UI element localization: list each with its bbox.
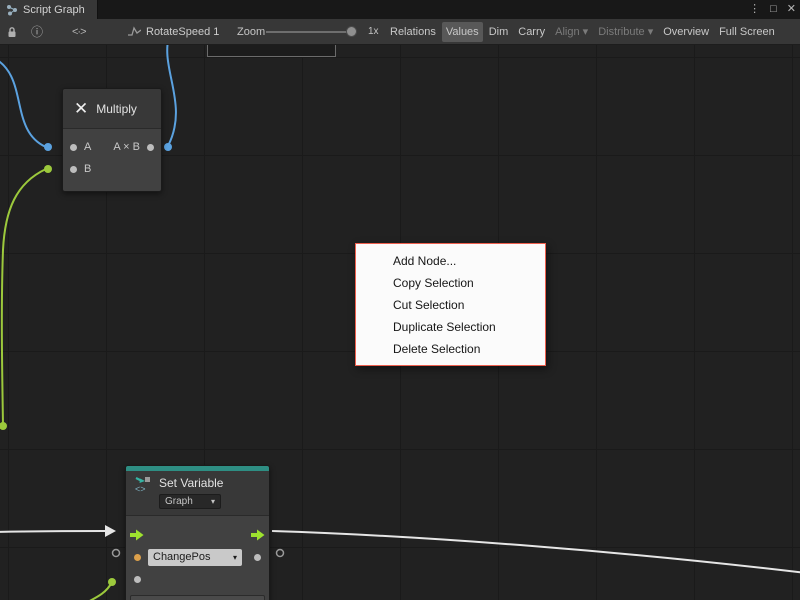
window-menu-icon[interactable]: ⋮ [749, 0, 760, 19]
clipped-field [130, 595, 265, 600]
lock-icon[interactable] [7, 19, 17, 44]
wire-end-blue-a[interactable] [44, 143, 52, 151]
window-close-icon[interactable]: ✕ [787, 0, 796, 19]
port-a-label: A [84, 141, 91, 153]
carry-button[interactable]: Carry [514, 22, 549, 42]
extra-input-port[interactable] [134, 576, 141, 583]
flow-in-arrowhead[interactable] [105, 525, 116, 537]
dim-button[interactable]: Dim [485, 22, 513, 42]
window-layout-icon[interactable]: □ [770, 0, 777, 19]
variable-row: ChangePos ▾ [126, 546, 269, 568]
variable-name-value: ChangePos [153, 551, 211, 563]
extra-port-row [126, 568, 269, 590]
variable-output-port[interactable] [254, 554, 261, 561]
menu-item-delete-selection[interactable]: Delete Selection [356, 338, 545, 360]
tab-script-graph[interactable]: Script Graph [0, 0, 98, 19]
zoom-label: Zoom [237, 19, 265, 44]
flow-output-port[interactable] [251, 529, 265, 541]
flow-input-port[interactable] [130, 529, 144, 541]
multiply-node-header: ✕ Multiply [63, 89, 161, 129]
toolbar: ⓘ <·> RotateSpeed 1 Zoom 1x Relations Va… [0, 19, 800, 45]
wire-blue-output[interactable] [167, 45, 176, 146]
wire-end-green-b[interactable] [44, 165, 52, 173]
wire-end-blue-out[interactable] [164, 143, 172, 151]
info-icon[interactable]: ⓘ [31, 19, 43, 44]
context-menu: Add Node... Copy Selection Cut Selection… [355, 243, 546, 366]
code-toggle-icon[interactable]: <·> [72, 19, 86, 44]
wire-white-flow-out[interactable] [272, 531, 800, 573]
port-product-output[interactable] [147, 144, 154, 151]
variable-value-port[interactable] [134, 554, 141, 561]
window-controls: ⋮ □ ✕ [749, 0, 796, 19]
zoom-slider[interactable] [266, 19, 362, 44]
set-variable-node[interactable]: <> Set Variable Graph ▾ [125, 465, 270, 600]
chevron-down-icon: ▾ [233, 553, 237, 562]
set-variable-icon: <> [134, 476, 152, 494]
port-output-label: A × B [113, 141, 140, 153]
fullscreen-button[interactable]: Full Screen [715, 22, 779, 42]
menu-item-copy-selection[interactable]: Copy Selection [356, 272, 545, 294]
port-a-input[interactable] [70, 144, 77, 151]
relations-button[interactable]: Relations [386, 22, 440, 42]
menu-item-duplicate-selection[interactable]: Duplicate Selection [356, 316, 545, 338]
port-row-a: A A × B [63, 136, 161, 158]
zoom-slider-track [266, 31, 356, 33]
port-b-label: B [84, 163, 91, 175]
multiply-icon: ✕ [74, 99, 88, 119]
clipped-element [207, 45, 336, 57]
wire-blue-input-a[interactable] [0, 57, 46, 147]
set-variable-header: <> Set Variable Graph ▾ [126, 471, 269, 516]
set-variable-titles: Set Variable Graph ▾ [159, 476, 223, 509]
variable-scope-dropdown[interactable]: Graph ▾ [159, 494, 221, 509]
variable-name-dropdown[interactable]: ChangePos ▾ [148, 549, 242, 566]
values-button[interactable]: Values [442, 22, 483, 42]
script-graph-icon [6, 4, 18, 16]
wire-white-flow-in[interactable] [0, 531, 105, 532]
lock-icon-glyph [7, 26, 17, 38]
external-port-circle-left[interactable] [113, 550, 120, 557]
wire-end-green-bottom[interactable] [108, 578, 116, 586]
tab-title: Script Graph [23, 4, 85, 16]
overview-button[interactable]: Overview [659, 22, 713, 42]
multiply-node-title: Multiply [96, 102, 137, 116]
variable-scope-value: Graph [165, 496, 193, 507]
port-b-input[interactable] [70, 166, 77, 173]
wire-green-input-b[interactable] [2, 169, 46, 425]
set-variable-body: ChangePos ▾ [126, 516, 269, 600]
wire-end-green-edge[interactable] [0, 422, 7, 430]
menu-item-cut-selection[interactable]: Cut Selection [356, 294, 545, 316]
window-tab-bar: Script Graph ⋮ □ ✕ [0, 0, 800, 19]
graph-breadcrumb[interactable]: RotateSpeed 1 [128, 19, 219, 44]
toolbar-buttons: Relations Values Dim Carry Align ▾ Distr… [386, 19, 779, 44]
align-button[interactable]: Align ▾ [551, 21, 592, 42]
svg-text:<>: <> [135, 484, 146, 494]
menu-item-add-node[interactable]: Add Node... [356, 250, 545, 272]
external-port-circle-right[interactable] [277, 550, 284, 557]
set-variable-title: Set Variable [159, 476, 223, 490]
multiply-node-body: A A × B B [63, 129, 161, 191]
graph-name: RotateSpeed 1 [146, 26, 219, 38]
flow-row [126, 524, 269, 546]
zoom-slider-thumb[interactable] [346, 26, 357, 37]
graph-pulse-icon [128, 26, 141, 37]
distribute-button[interactable]: Distribute ▾ [594, 21, 657, 42]
port-row-b: B [63, 158, 161, 180]
wire-green-bottom[interactable] [80, 582, 112, 600]
chevron-down-icon: ▾ [211, 497, 215, 506]
multiply-node[interactable]: ✕ Multiply A A × B B [62, 88, 162, 192]
zoom-value: 1x [368, 19, 379, 44]
